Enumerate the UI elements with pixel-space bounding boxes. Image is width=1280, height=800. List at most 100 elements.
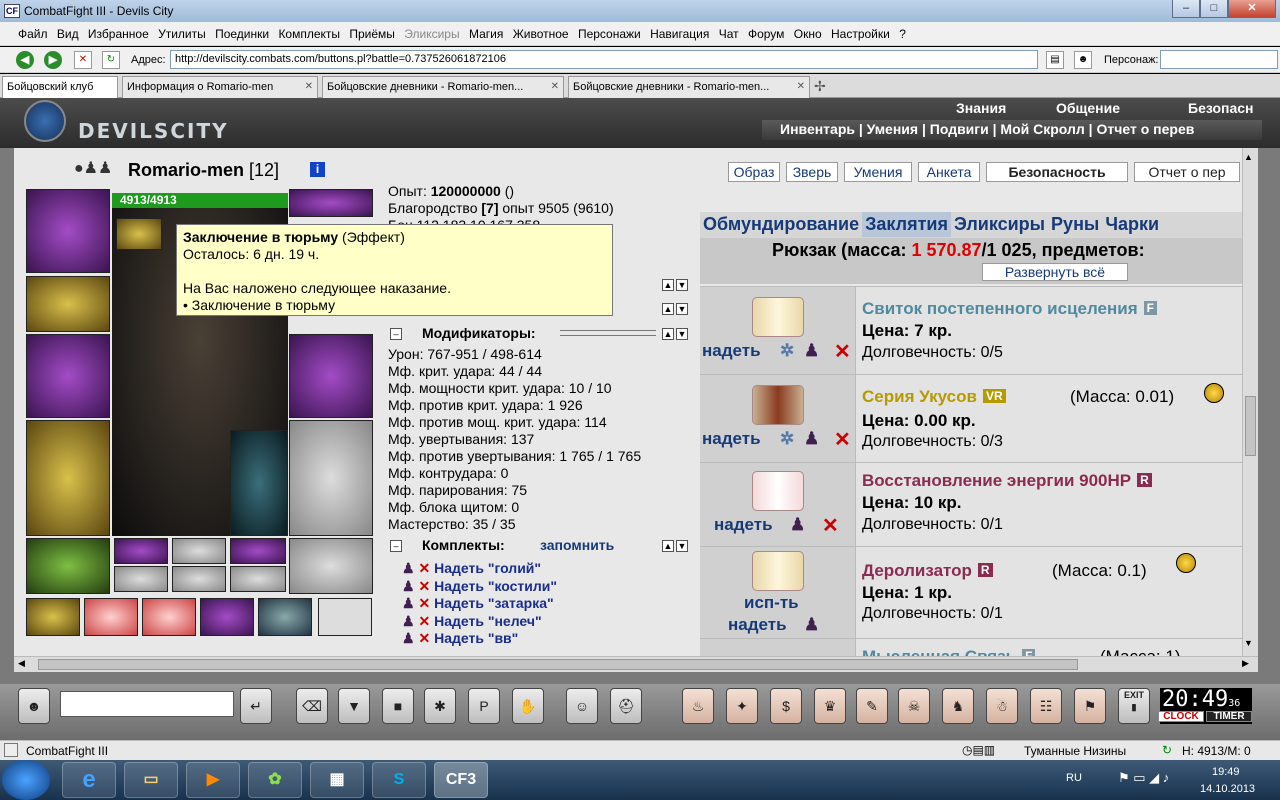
skype-icon[interactable]: S <box>372 762 426 798</box>
magic-wand-icon[interactable]: ✦ <box>726 688 758 724</box>
menu-fights[interactable]: Поединки <box>212 22 272 41</box>
remember-set-link[interactable]: запомнить <box>540 537 614 553</box>
exit-button[interactable]: EXIT ▮ <box>1118 688 1150 724</box>
tab-equipment[interactable]: Обмундирование <box>700 212 862 237</box>
tab-elixirs[interactable]: Эликсиры <box>951 212 1048 237</box>
tab-club[interactable]: Бойцовский клуб <box>2 76 118 98</box>
shirt-icon[interactable]: ♟ <box>804 341 819 361</box>
info-icon[interactable]: i <box>310 162 325 177</box>
empty-slot-1[interactable] <box>114 566 168 592</box>
scroll-heal-icon[interactable] <box>752 297 804 337</box>
section-up-icon[interactable]: ▲ <box>662 328 674 340</box>
treasure-icon[interactable]: ♛ <box>814 688 846 724</box>
quick-slot-1[interactable] <box>26 598 80 636</box>
refresh-icon[interactable]: ↻ <box>1162 743 1172 757</box>
rune-slot-1[interactable] <box>114 538 168 564</box>
menu-magic[interactable]: Магия <box>466 22 506 41</box>
close-icon[interactable]: ✕ <box>551 81 559 92</box>
quick-slot-heal-1200[interactable] <box>142 598 196 636</box>
chat-input[interactable] <box>60 691 234 717</box>
refresh-icon[interactable]: ↻ <box>102 51 120 69</box>
tab-spells[interactable]: Заклятия <box>862 212 951 237</box>
tab-diary-2[interactable]: Бойцовские дневники - Romario-men... ✕ <box>568 76 810 98</box>
timer-button[interactable]: TIMER <box>1206 711 1252 722</box>
tab-runes[interactable]: Руны <box>1048 212 1102 237</box>
set-item[interactable]: ♟ ✕ Надеть "затарка" <box>402 595 554 613</box>
send-icon[interactable]: ↵ <box>240 688 272 724</box>
address-input[interactable]: http://devilscity.combats.com/buttons.pl… <box>170 50 1038 69</box>
nav-security[interactable]: Безопасн <box>1188 100 1254 120</box>
set-item[interactable]: ♟ ✕ Надеть "голий" <box>402 560 541 578</box>
new-tab-icon[interactable]: ✢ <box>814 78 826 95</box>
item-name[interactable]: Свиток постепенного исцеления F <box>862 299 1157 319</box>
menu-help[interactable]: ? <box>896 22 909 41</box>
pl-icon[interactable]: P <box>468 688 500 724</box>
menu-navigation[interactable]: Навигация <box>647 22 712 41</box>
bag-icon[interactable]: ♨ <box>682 688 714 724</box>
menu-pet[interactable]: Животное <box>510 22 572 41</box>
hand-icon[interactable]: ✋ <box>512 688 544 724</box>
taskbar-combatfight[interactable]: CF3 <box>434 762 488 798</box>
save-icon[interactable]: ■ <box>382 688 414 724</box>
quick-slot-4[interactable] <box>200 598 254 636</box>
set-item[interactable]: ♟ ✕ Надеть "вв" <box>402 630 518 648</box>
vertical-scrollbar[interactable]: ▲ ▼ <box>1242 148 1258 656</box>
button-skills[interactable]: Умения <box>844 162 912 182</box>
menu-view[interactable]: Вид <box>54 22 82 41</box>
start-button[interactable] <box>2 760 50 800</box>
status-icons[interactable]: ◷▤▥ <box>962 743 995 757</box>
page-icon[interactable]: ▤ <box>1046 51 1064 69</box>
eraser-icon[interactable]: ⌫ <box>296 688 328 724</box>
put-on-link[interactable]: надеть <box>728 615 787 635</box>
forward-icon[interactable]: ▶ <box>44 51 62 69</box>
maximize-button[interactable]: □ <box>1200 0 1228 18</box>
tray-date[interactable]: 14.10.2013 <box>1200 783 1255 795</box>
tray-icons[interactable]: ⚑ ▭ ◢ ♪ <box>1118 770 1169 786</box>
helmet-slot[interactable] <box>26 189 110 273</box>
tray-time[interactable]: 19:49 <box>1212 766 1240 778</box>
menu-chat[interactable]: Чат <box>716 22 742 41</box>
quick-slot-heal-900[interactable] <box>84 598 138 636</box>
section-down-icon[interactable]: ▼ <box>676 303 688 315</box>
flag-icon[interactable]: ⚑ <box>1074 688 1106 724</box>
filter-icon[interactable]: ▼ <box>338 688 370 724</box>
helmet-icon[interactable]: ⛑ <box>610 688 642 724</box>
nav-knowledge[interactable]: Знания <box>956 100 1006 120</box>
delete-icon[interactable]: ✕ <box>418 560 430 576</box>
close-icon[interactable]: ✕ <box>305 81 313 92</box>
expand-all-button[interactable]: Развернуть всё <box>982 263 1128 281</box>
tab-charms[interactable]: Чарки <box>1102 212 1162 237</box>
use-link[interactable]: исп-ть <box>744 593 799 613</box>
item-name[interactable]: Деролизатор R <box>862 561 993 581</box>
section-up-icon[interactable]: ▲ <box>662 540 674 552</box>
rune-slot-2[interactable] <box>172 538 226 564</box>
group-icon[interactable]: ☷ <box>1030 688 1062 724</box>
button-report[interactable]: Отчет о пер <box>1134 162 1240 182</box>
horizontal-scrollbar[interactable]: ◀ ▶ <box>14 656 1258 672</box>
stop-icon[interactable]: ✕ <box>74 51 92 69</box>
menu-forum[interactable]: Форум <box>745 22 787 41</box>
put-on-link[interactable]: надеть <box>702 341 761 361</box>
person-icon[interactable]: ☃ <box>986 688 1018 724</box>
set-item[interactable]: ♟ ✕ Надеть "нелеч" <box>402 613 542 631</box>
chat-face-icon[interactable]: ☻ <box>18 688 50 724</box>
section-down-icon[interactable]: ▼ <box>676 328 688 340</box>
delete-icon[interactable]: ✕ <box>834 427 851 452</box>
close-icon[interactable]: ✕ <box>797 81 805 92</box>
delete-icon[interactable]: ✕ <box>418 595 430 611</box>
tab-diary-1[interactable]: Бойцовские дневники - Romario-men... ✕ <box>322 76 564 98</box>
bracers-slot[interactable] <box>26 276 110 332</box>
menu-file[interactable]: Файл <box>15 22 51 41</box>
explorer-icon[interactable]: ▭ <box>124 762 178 798</box>
quick-slot-5[interactable] <box>258 598 312 636</box>
persona-input[interactable] <box>1160 50 1278 69</box>
ie-icon[interactable]: e <box>62 762 116 798</box>
shirt-icon[interactable]: ♟ <box>790 515 805 535</box>
boots-slot[interactable] <box>289 538 373 594</box>
delete-icon[interactable]: ✕ <box>834 339 851 364</box>
rune-slot-3[interactable] <box>230 538 286 564</box>
item-name[interactable]: Мысленная СвязьF <box>862 647 1036 656</box>
legs-slot[interactable] <box>289 420 373 536</box>
scroll-bites-icon[interactable] <box>752 385 804 425</box>
armor-slot[interactable] <box>26 420 110 536</box>
